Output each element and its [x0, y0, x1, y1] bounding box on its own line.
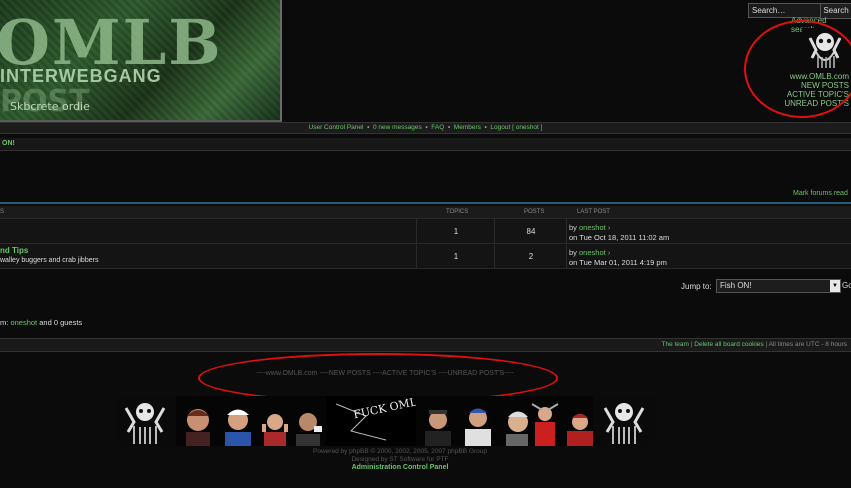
nav-faq[interactable]: FAQ	[431, 124, 444, 131]
designed-line: Designed by ST Software for PTF	[351, 456, 449, 463]
divider	[0, 202, 851, 204]
online-prefix: m:	[0, 318, 9, 327]
nav-separator: •	[482, 124, 489, 131]
nav-separator: •	[365, 124, 372, 131]
by-label: by	[569, 248, 577, 257]
skull-logo-icon	[114, 396, 176, 446]
who-is-online: m: oneshot and 0 guests	[0, 318, 82, 327]
member-photo	[260, 396, 290, 446]
site-banner[interactable]: OMLB INTERWEBGANG POST Skbcrete ordie	[0, 0, 282, 122]
forum-title[interactable]: ON!	[0, 138, 851, 151]
powered-by-text: Powered by phpBB © 2000, 2002, 2005, 200…	[0, 448, 800, 464]
online-suffix: and 0 guests	[39, 318, 83, 327]
member-photo	[220, 396, 256, 446]
topics-count: 1	[416, 219, 495, 244]
jump-go-button[interactable]: Go	[842, 281, 851, 290]
fuck-omlb-graphic: FUCK OMLB	[326, 396, 416, 446]
nav-user-control-panel[interactable]: User Control Panel	[309, 124, 364, 131]
table-row[interactable]: 1 84 by oneshot › on Tue Oct 18, 2011 11…	[0, 218, 851, 244]
forum-row-description: walley buggers and crab jibbers	[0, 257, 99, 264]
posts-count: 84	[494, 219, 567, 244]
nav-separator: •	[423, 124, 430, 131]
chevron-down-icon[interactable]: ▼	[830, 280, 840, 292]
powered-line: Powered by phpBB © 2000, 2002, 2005, 200…	[313, 448, 487, 455]
user-navbar: User Control Panel • 0 new messages • FA…	[0, 122, 851, 134]
forum-row-title[interactable]: nd Tips	[0, 246, 28, 255]
by-label: by	[569, 223, 577, 232]
col-topics: TOPICS	[446, 209, 469, 215]
jump-to-label: Jump to:	[681, 282, 712, 291]
delete-cookies-link[interactable]: Delete all board cookies	[694, 341, 763, 348]
member-photo	[460, 396, 496, 446]
skull-logo-icon	[593, 396, 655, 446]
jump-to-select[interactable]: Fish ON! ▼	[716, 279, 841, 293]
table-bottom-border	[0, 268, 851, 269]
table-row[interactable]: nd Tips walley buggers and crab jibbers …	[0, 243, 851, 269]
member-photo	[528, 396, 562, 446]
online-user-link[interactable]: oneshot	[10, 318, 37, 327]
jump-to-selected: Fish ON!	[720, 281, 752, 290]
timezone-text: All times are UTC - 8 hours	[768, 341, 847, 348]
nav-members[interactable]: Members	[454, 124, 481, 131]
footer-bar-links: The team | Delete all board cookies | Al…	[662, 339, 848, 351]
admin-control-panel-link[interactable]: Administration Control Panel	[0, 464, 800, 471]
topics-count: 1	[416, 244, 495, 269]
col-forum-stub: S	[0, 209, 5, 215]
nav-logout[interactable]: Logout [ oneshot ]	[490, 124, 542, 131]
view-latest-post-icon[interactable]: ›	[608, 248, 611, 257]
member-photo	[292, 396, 324, 446]
mark-forums-read-link[interactable]: Mark forums read	[793, 190, 848, 197]
last-post-user-link[interactable]: oneshot	[579, 223, 606, 232]
last-post-user-link[interactable]: oneshot	[579, 248, 606, 257]
member-photo-strip: FUCK OMLB	[114, 396, 655, 446]
annotation-circle-top	[744, 20, 851, 118]
last-post-author: by oneshot ›	[569, 248, 610, 257]
last-post-author: by oneshot ›	[569, 223, 610, 232]
last-post-date: on Tue Oct 18, 2011 11:02 am	[569, 233, 670, 242]
nav-new-messages[interactable]: 0 new messages	[373, 124, 422, 131]
member-photo	[180, 396, 216, 446]
footer-bar: The team | Delete all board cookies | Al…	[0, 338, 851, 352]
table-header: S TOPICS POSTS LAST POST	[0, 206, 851, 218]
col-posts: POSTS	[524, 209, 545, 215]
nav-separator: •	[446, 124, 452, 131]
view-latest-post-icon[interactable]: ›	[608, 223, 611, 232]
last-post-date: on Tue Mar 01, 2011 4:19 pm	[569, 258, 667, 267]
posts-count: 2	[494, 244, 567, 269]
the-team-link[interactable]: The team	[662, 341, 689, 348]
banner-tagline: Skbcrete ordie	[10, 100, 90, 113]
member-photo	[420, 396, 456, 446]
col-last-post: LAST POST	[577, 209, 610, 215]
